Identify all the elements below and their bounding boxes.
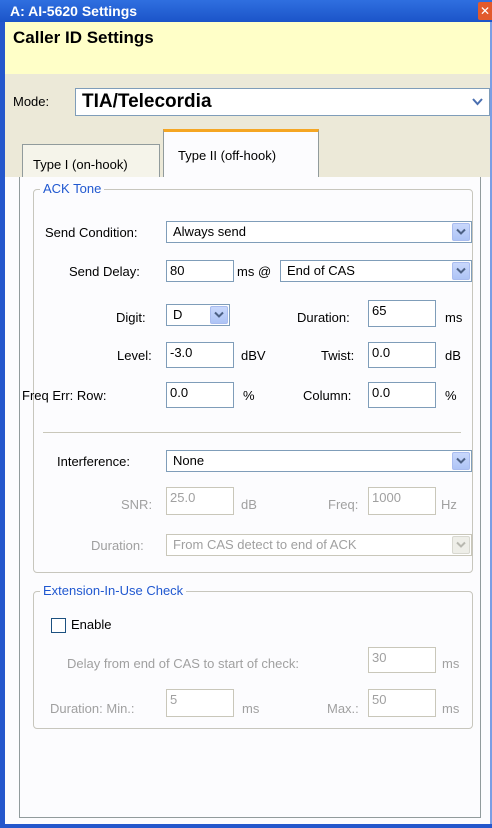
window-title: A: AI-5620 Settings	[10, 3, 138, 19]
mode-select[interactable]: TIA/Telecordia	[75, 88, 490, 116]
freq-label: Freq:	[328, 497, 359, 512]
digit-label: Digit:	[116, 310, 146, 325]
digit-value: D	[173, 307, 183, 322]
send-condition-value: Always send	[173, 224, 246, 239]
level-input[interactable]: -3.0	[166, 342, 234, 368]
chevron-down-icon[interactable]	[452, 452, 470, 470]
twist-label: Twist:	[321, 348, 355, 363]
duration-unit: ms	[445, 310, 463, 325]
interference-select[interactable]: None	[166, 450, 472, 472]
level-label: Level:	[117, 348, 152, 363]
mode-label: Mode:	[13, 94, 50, 109]
mode-bar: Mode: TIA/Telecordia	[5, 74, 490, 124]
twist-unit: dB	[445, 348, 461, 363]
ext-max-input[interactable]: 50	[368, 689, 436, 717]
snr-label: SNR:	[121, 497, 153, 512]
send-delay-ref-value: End of CAS	[287, 263, 355, 278]
ext-min-unit: ms	[242, 701, 260, 716]
ext-max-label: Max.:	[327, 701, 359, 716]
snr-unit: dB	[241, 497, 257, 512]
tab-panel: ACK Tone Send Condition: Always send Sen…	[5, 177, 490, 824]
ext-min-label: Duration: Min.:	[50, 701, 135, 716]
interference-duration-label: Duration:	[91, 538, 144, 553]
chevron-down-icon[interactable]	[452, 262, 470, 280]
delay-label: Delay from end of CAS to start of check:	[67, 656, 299, 671]
twist-input[interactable]: 0.0	[368, 342, 436, 368]
ack-tone-title: ACK Tone	[40, 181, 105, 196]
level-unit: dBV	[241, 348, 266, 363]
snr-input[interactable]: 25.0	[166, 487, 234, 515]
tab-type-i-label: Type I (on-hook)	[33, 157, 128, 172]
send-delay-label: Send Delay:	[69, 264, 140, 279]
window-frame-bottom	[0, 824, 492, 828]
duration-label: Duration:	[297, 310, 350, 325]
interference-duration-select[interactable]: From CAS detect to end of ACK	[166, 534, 472, 556]
interference-duration-value: From CAS detect to end of ACK	[173, 537, 357, 552]
enable-label: Enable	[71, 617, 112, 632]
send-delay-unit: ms @	[237, 264, 272, 279]
delay-input[interactable]: 30	[368, 647, 436, 673]
freq-err-row-input[interactable]: 0.0	[166, 382, 234, 408]
chevron-down-icon[interactable]	[472, 98, 483, 106]
window-titlebar: A: AI-5620 Settings ✕	[0, 0, 492, 22]
freq-err-row-label: Freq Err: Row:	[22, 388, 107, 403]
enable-checkbox[interactable]	[51, 618, 66, 633]
freq-unit: Hz	[441, 497, 457, 512]
mode-value: TIA/Telecordia	[82, 91, 212, 112]
tab-type-ii[interactable]: Type II (off-hook)	[163, 129, 319, 180]
interference-value: None	[173, 453, 205, 468]
column-input[interactable]: 0.0	[368, 382, 436, 408]
send-condition-label: Send Condition:	[45, 225, 138, 240]
tab-strip: Type I (on-hook) Type II (off-hook)	[5, 124, 490, 180]
chevron-down-icon[interactable]	[210, 306, 228, 324]
column-label: Column:	[303, 388, 352, 403]
chevron-down-icon[interactable]	[452, 223, 470, 241]
divider	[43, 432, 461, 433]
tab-type-ii-label: Type II (off-hook)	[178, 148, 277, 163]
send-delay-input[interactable]: 80	[166, 260, 234, 282]
tab-type-i[interactable]: Type I (on-hook)	[22, 144, 160, 178]
delay-unit: ms	[442, 656, 460, 671]
ack-tone-group	[33, 189, 473, 573]
interference-label: Interference:	[57, 454, 130, 469]
send-condition-select[interactable]: Always send	[166, 221, 472, 243]
freq-err-row-unit: %	[243, 388, 255, 403]
column-unit: %	[445, 388, 457, 403]
freq-input[interactable]: 1000	[368, 487, 436, 515]
chevron-down-icon[interactable]	[452, 536, 470, 554]
ext-max-unit: ms	[442, 701, 460, 716]
duration-input[interactable]: 65	[368, 300, 436, 327]
extension-check-title: Extension-In-Use Check	[40, 583, 187, 598]
page-title: Caller ID Settings	[13, 28, 154, 47]
settings-header: Caller ID Settings	[5, 22, 490, 75]
close-icon[interactable]: ✕	[478, 2, 492, 20]
ext-min-input[interactable]: 5	[166, 689, 234, 717]
send-delay-ref-select[interactable]: End of CAS	[280, 260, 472, 282]
digit-select[interactable]: D	[166, 304, 230, 326]
